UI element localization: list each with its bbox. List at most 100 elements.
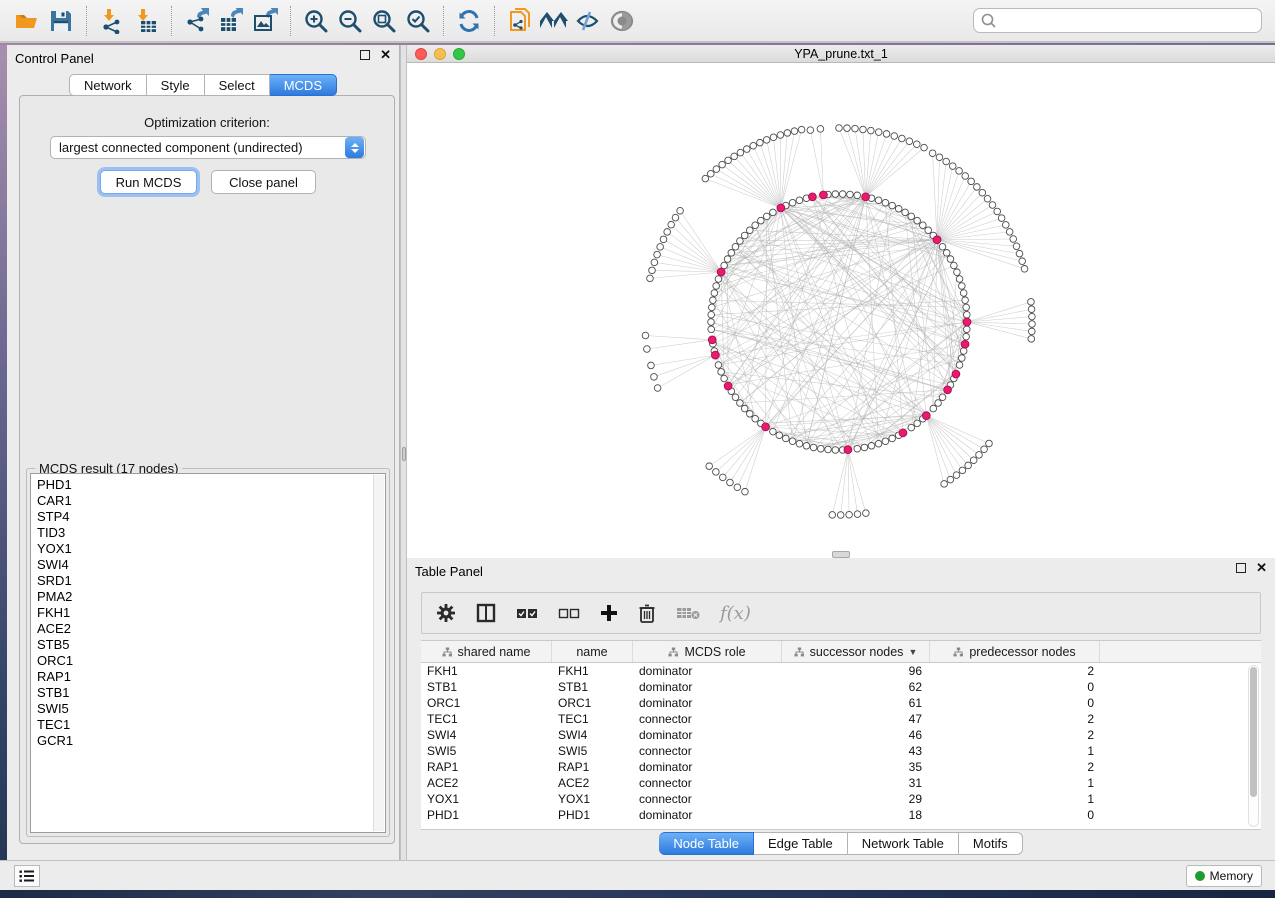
mcds-hub-node[interactable] xyxy=(963,318,971,326)
mcds-hub-node[interactable] xyxy=(711,351,719,359)
mcds-result-item[interactable]: SRD1 xyxy=(37,573,385,589)
ring-node[interactable] xyxy=(770,428,777,435)
zoom-out-icon[interactable] xyxy=(333,6,367,36)
ring-node[interactable] xyxy=(763,213,770,220)
leaf-node[interactable] xyxy=(936,154,943,161)
function-builder-icon[interactable]: f(x) xyxy=(720,603,751,624)
network-window-titlebar[interactable]: YPA_prune.txt_1 xyxy=(407,45,1275,63)
leaf-node[interactable] xyxy=(883,131,890,138)
leaf-node[interactable] xyxy=(899,135,906,142)
mcds-result-item[interactable]: SWI4 xyxy=(37,557,385,573)
ring-node[interactable] xyxy=(959,283,966,290)
leaf-node[interactable] xyxy=(725,157,732,164)
network-edge[interactable] xyxy=(671,225,721,272)
mcds-hub-node[interactable] xyxy=(922,412,930,420)
table-row[interactable]: RAP1RAP1dominator352 xyxy=(421,759,1261,775)
ring-node[interactable] xyxy=(724,256,731,263)
network-edge[interactable] xyxy=(650,272,721,278)
ring-node[interactable] xyxy=(708,311,715,318)
leaf-node[interactable] xyxy=(891,133,898,140)
network-edge[interactable] xyxy=(937,171,959,240)
table-cell[interactable] xyxy=(1100,679,1261,695)
network-edge[interactable] xyxy=(937,193,982,240)
mcds-result-item[interactable]: CAR1 xyxy=(37,493,385,509)
table-cell[interactable]: 1 xyxy=(930,775,1100,791)
zoom-selected-icon[interactable] xyxy=(401,6,435,36)
network-edge[interactable] xyxy=(848,450,866,513)
table-cell[interactable]: 47 xyxy=(782,711,930,727)
leaf-node[interactable] xyxy=(763,137,770,144)
network-edge[interactable] xyxy=(967,309,1032,322)
mcds-hub-node[interactable] xyxy=(944,386,952,394)
save-session-icon[interactable] xyxy=(44,6,78,36)
ring-node[interactable] xyxy=(914,217,921,224)
mcds-hub-node[interactable] xyxy=(961,340,969,348)
network-edge[interactable] xyxy=(848,450,849,515)
float-window-icon[interactable] xyxy=(360,50,370,60)
table-row[interactable]: ORC1ORC1dominator610 xyxy=(421,695,1261,711)
leaf-node[interactable] xyxy=(706,463,713,470)
table-cell[interactable]: 1 xyxy=(930,791,1100,807)
birds-eye-view-icon[interactable] xyxy=(605,6,639,36)
leaf-node[interactable] xyxy=(947,476,954,483)
mcds-result-item[interactable]: RAP1 xyxy=(37,669,385,685)
leaf-node[interactable] xyxy=(1028,306,1035,313)
leaf-node[interactable] xyxy=(1021,266,1028,273)
splitter-grip[interactable] xyxy=(402,447,406,461)
deselect-all-icon[interactable] xyxy=(558,605,580,621)
leaf-node[interactable] xyxy=(651,259,658,266)
table-cell[interactable]: YOX1 xyxy=(421,791,552,807)
leaf-node[interactable] xyxy=(962,173,969,180)
leaf-node[interactable] xyxy=(713,166,720,173)
leaf-node[interactable] xyxy=(953,472,960,479)
ring-node[interactable] xyxy=(803,442,810,449)
network-edge[interactable] xyxy=(810,130,823,195)
leaf-node[interactable] xyxy=(651,374,658,381)
leaf-node[interactable] xyxy=(817,126,824,133)
ring-node[interactable] xyxy=(746,410,753,417)
ring-node[interactable] xyxy=(839,191,846,198)
mcds-result-item[interactable]: TID3 xyxy=(37,525,385,541)
ring-node[interactable] xyxy=(789,199,796,206)
table-cell[interactable]: YOX1 xyxy=(552,791,633,807)
network-edge[interactable] xyxy=(734,156,781,208)
ring-node[interactable] xyxy=(908,213,915,220)
leaf-node[interactable] xyxy=(976,452,983,459)
table-row[interactable]: ACE2ACE2connector311 xyxy=(421,775,1261,791)
network-edge[interactable] xyxy=(737,427,765,487)
ring-node[interactable] xyxy=(951,262,958,269)
export-network-icon[interactable] xyxy=(180,6,214,36)
leaf-node[interactable] xyxy=(1028,299,1035,306)
table-row[interactable]: STB1STB1dominator620 xyxy=(421,679,1261,695)
leaf-node[interactable] xyxy=(844,125,851,132)
leaf-node[interactable] xyxy=(921,144,928,151)
table-cell[interactable]: PHD1 xyxy=(421,807,552,823)
mcds-result-item[interactable]: YOX1 xyxy=(37,541,385,557)
select-all-check-icon[interactable] xyxy=(516,605,538,621)
horizontal-splitter-grip[interactable] xyxy=(832,551,850,558)
close-panel-icon[interactable]: ✕ xyxy=(1256,563,1267,573)
export-image-icon[interactable] xyxy=(248,6,282,36)
table-cell[interactable]: connector xyxy=(633,711,782,727)
mcds-hub-node[interactable] xyxy=(808,193,816,201)
network-edge[interactable] xyxy=(926,416,950,480)
table-row[interactable]: PHD1PHD1dominator180 xyxy=(421,807,1261,823)
leaf-node[interactable] xyxy=(941,481,948,488)
optimization-criterion-dropdown[interactable]: largest connected component (undirected) xyxy=(50,136,366,159)
ring-node[interactable] xyxy=(962,297,969,304)
leaf-node[interactable] xyxy=(1028,336,1035,343)
tab-network-table[interactable]: Network Table xyxy=(848,832,959,855)
network-edge[interactable] xyxy=(781,131,795,208)
network-edge[interactable] xyxy=(967,302,1031,322)
leaf-node[interactable] xyxy=(837,512,844,519)
network-edge[interactable] xyxy=(767,140,781,208)
leaf-node[interactable] xyxy=(731,153,738,160)
mcds-result-item[interactable]: STP4 xyxy=(37,509,385,525)
mcds-hub-node[interactable] xyxy=(762,423,770,431)
ring-node[interactable] xyxy=(789,438,796,445)
table-cell[interactable]: TEC1 xyxy=(552,711,633,727)
leaf-node[interactable] xyxy=(750,142,757,149)
leaf-node[interactable] xyxy=(649,267,656,274)
leaf-node[interactable] xyxy=(943,158,950,165)
leaf-node[interactable] xyxy=(734,484,741,491)
